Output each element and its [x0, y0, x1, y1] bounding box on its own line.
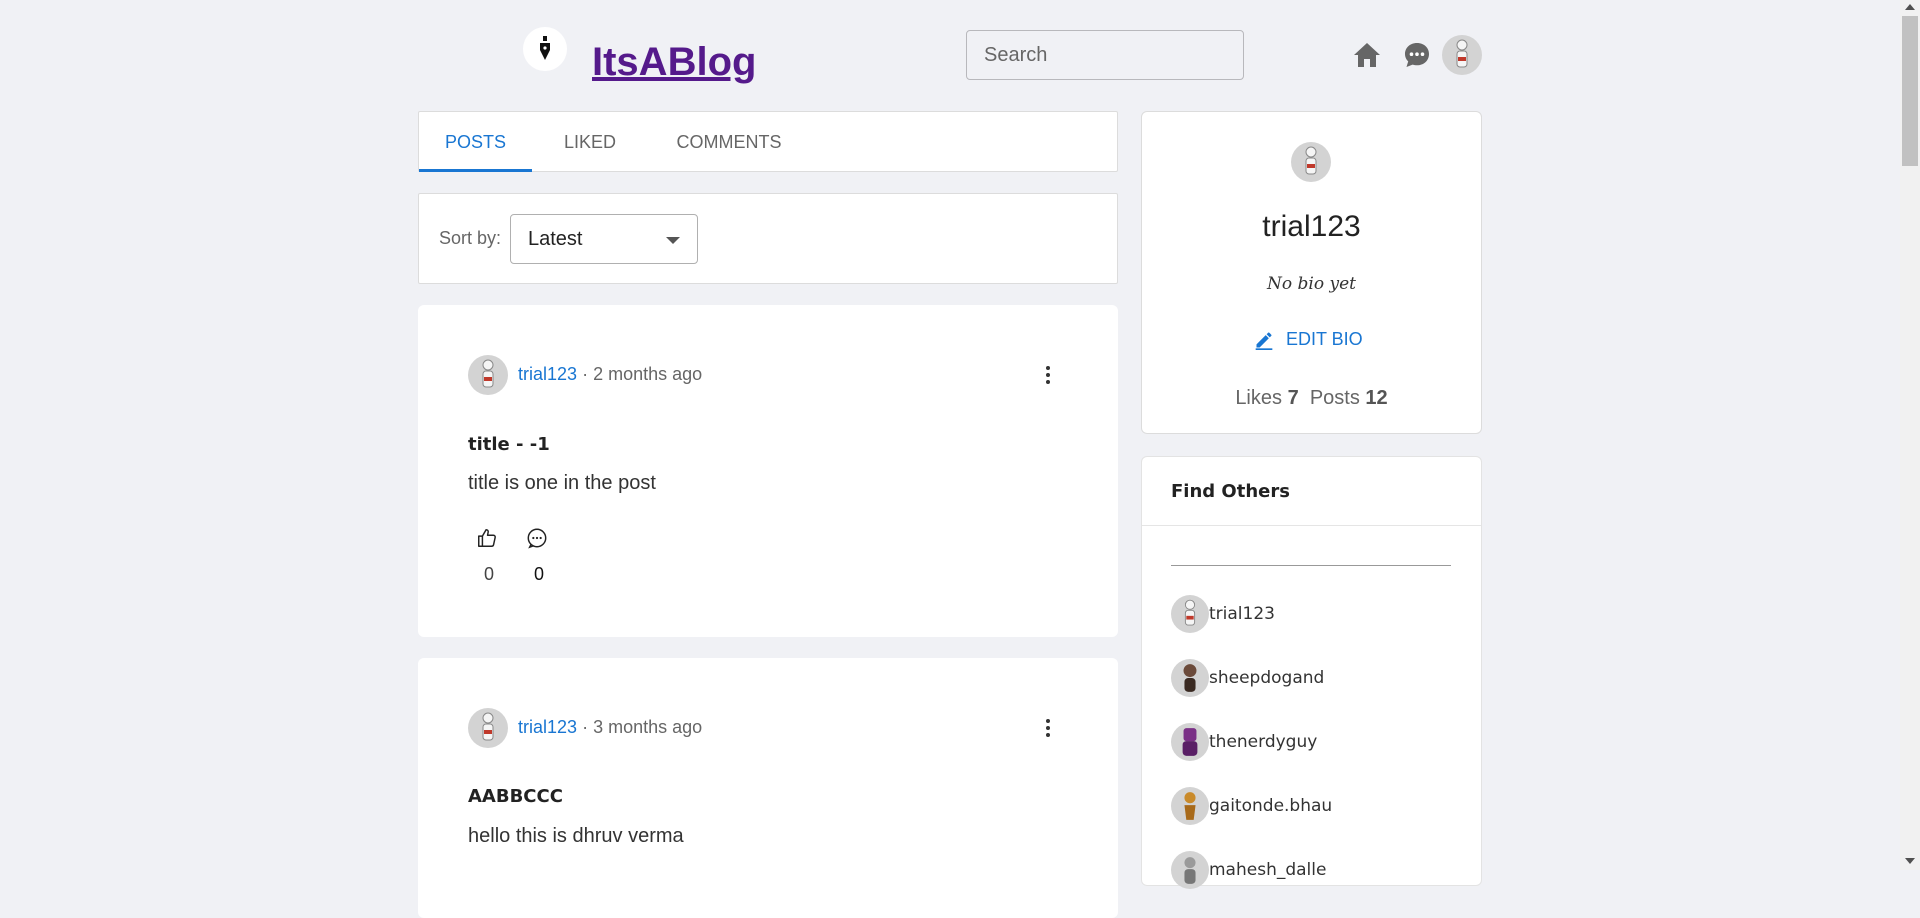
avatar-figure-icon	[1305, 146, 1317, 175]
post-card[interactable]: trial123 · 2 months ago title - -1 title…	[418, 305, 1118, 637]
post-body: title is one in the post	[468, 472, 656, 494]
site-brand-link[interactable]: ItsABlog	[592, 36, 756, 88]
sort-bar: Sort by: Latest	[418, 193, 1118, 284]
meta-separator: ·	[582, 717, 589, 737]
comment-icon[interactable]	[526, 527, 548, 554]
scroll-up-arrow-icon[interactable]	[1905, 4, 1915, 10]
avatar-figure-icon	[482, 712, 494, 741]
edit-pencil-icon	[1255, 331, 1273, 350]
user-list-item[interactable]: sheepdogand	[1171, 658, 1324, 698]
profile-stats: Likes 7 Posts 12	[1142, 387, 1481, 410]
dropdown-caret-icon	[666, 237, 680, 244]
post-author-link[interactable]: trial123	[518, 717, 577, 737]
user-list-item[interactable]: trial123	[1171, 594, 1275, 634]
comment-count: 0	[534, 564, 545, 584]
chat-icon[interactable]	[1400, 38, 1434, 72]
post-title[interactable]: title - -1	[468, 434, 550, 455]
more-vert-icon[interactable]	[1038, 360, 1058, 390]
posts-count: 12	[1365, 387, 1388, 409]
post-title[interactable]: AABBCCC	[468, 786, 563, 807]
user-avatar	[1171, 851, 1209, 889]
sort-selected-value: Latest	[528, 228, 583, 250]
more-vert-icon[interactable]	[1038, 713, 1058, 743]
user-avatar	[1171, 723, 1209, 761]
user-avatar	[1171, 595, 1209, 633]
site-logo[interactable]	[523, 27, 567, 71]
scroll-down-arrow-icon[interactable]	[1905, 858, 1915, 864]
search-input[interactable]	[966, 30, 1244, 80]
tab-liked[interactable]: LIKED	[540, 112, 640, 172]
edit-bio-button[interactable]: EDIT BIO	[1254, 329, 1363, 350]
thumb-up-icon[interactable]	[476, 527, 498, 554]
user-avatar[interactable]	[1442, 35, 1482, 75]
avatar-figure-icon	[482, 359, 494, 388]
sort-label: Sort by:	[439, 228, 502, 248]
posts-label: Posts	[1309, 387, 1360, 409]
tab-posts[interactable]: POSTS	[419, 112, 532, 172]
likes-label: Likes	[1235, 387, 1283, 409]
author-avatar[interactable]	[468, 708, 508, 748]
post-author-link[interactable]: trial123	[518, 364, 577, 384]
user-name: gaitonde.bhau	[1209, 796, 1333, 816]
pen-nib-icon	[540, 36, 550, 60]
user-avatar	[1171, 659, 1209, 697]
find-others-search-field[interactable]	[1171, 565, 1451, 566]
profile-card: trial123 No bio yet EDIT BIO Likes 7 Pos…	[1141, 111, 1482, 434]
avatar-figure-icon	[1456, 39, 1468, 68]
find-others-panel: Find Others trial123 sheepdogand thenerd…	[1141, 456, 1482, 889]
active-tab-indicator	[419, 169, 532, 172]
scrollbar-thumb[interactable]	[1902, 16, 1918, 166]
tab-comments[interactable]: COMMENTS	[654, 112, 804, 172]
find-others-title: Find Others	[1171, 481, 1290, 502]
meta-separator: ·	[582, 364, 589, 384]
author-avatar[interactable]	[468, 355, 508, 395]
sort-select[interactable]: Latest	[510, 214, 698, 264]
post-meta: trial123 · 3 months ago	[518, 717, 702, 738]
user-list-item[interactable]: gaitonde.bhau	[1171, 786, 1332, 826]
profile-tabs: POSTS LIKED COMMENTS	[418, 111, 1118, 172]
user-name: trial123	[1209, 604, 1275, 624]
like-count: 0	[484, 564, 495, 584]
likes-count: 7	[1287, 387, 1299, 409]
user-list-item[interactable]: mahesh_dalle	[1171, 850, 1326, 890]
user-name: sheepdogand	[1209, 668, 1325, 688]
user-name: thenerdyguy	[1209, 732, 1318, 752]
post-meta: trial123 · 2 months ago	[518, 364, 702, 385]
profile-bio: No bio yet	[1267, 274, 1356, 294]
divider	[1142, 525, 1481, 526]
home-icon[interactable]	[1350, 38, 1384, 72]
edit-bio-label: EDIT BIO	[1286, 329, 1363, 349]
profile-avatar	[1291, 142, 1331, 182]
post-body: hello this is dhruv verma	[468, 825, 684, 847]
user-name: mahesh_dalle	[1209, 860, 1327, 880]
user-avatar	[1171, 787, 1209, 825]
post-time: 2 months ago	[593, 364, 703, 384]
user-list-item[interactable]: thenerdyguy	[1171, 722, 1317, 762]
post-card[interactable]: trial123 · 3 months ago AABBCCC hello th…	[418, 658, 1118, 918]
post-time: 3 months ago	[593, 717, 703, 737]
profile-username: trial123	[1262, 210, 1361, 243]
